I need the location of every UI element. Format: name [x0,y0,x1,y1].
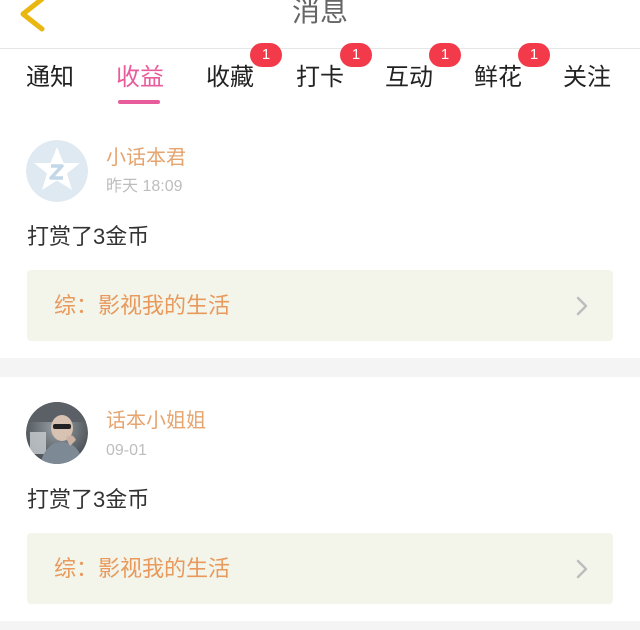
message-time: 09-01 [106,442,147,459]
card-divider [0,621,640,630]
card-divider [0,358,640,377]
photo-avatar[interactable] [26,402,88,464]
work-link[interactable]: 综：影视我的生活 [27,533,613,604]
qq-star-avatar[interactable] [26,140,88,202]
message-text: 打赏了3金币 [27,224,150,249]
message-text: 打赏了3金币 [27,487,150,512]
tab-notifications[interactable]: 通知 [26,62,74,94]
tab-following[interactable]: 关注 [563,62,611,94]
tab-checkin-badge: 1 [340,43,372,67]
tab-checkin[interactable]: 打卡 [296,62,344,94]
tab-flowers-badge: 1 [518,43,550,67]
tab-favorites-badge: 1 [250,43,282,67]
work-title: 综：影视我的生活 [54,556,231,581]
tab-flowers[interactable]: 鲜花 [474,62,522,94]
page-title: 消息 [291,0,348,27]
sender-name[interactable]: 小话本君 [106,146,186,170]
tab-favorites[interactable]: 收藏 [206,62,254,94]
active-tab-indicator [118,100,160,104]
tab-interactions[interactable]: 互动 [385,62,433,94]
tab-interactions-badge: 1 [429,43,461,67]
chevron-right-icon [576,559,588,579]
work-title: 综：影视我的生活 [54,293,231,318]
tab-earnings[interactable]: 收益 [116,62,164,94]
message-time: 昨天 18:09 [106,178,183,195]
sender-name[interactable]: 话本小姐姐 [106,409,206,433]
chevron-right-icon [576,296,588,316]
work-link[interactable]: 综：影视我的生活 [27,270,613,341]
